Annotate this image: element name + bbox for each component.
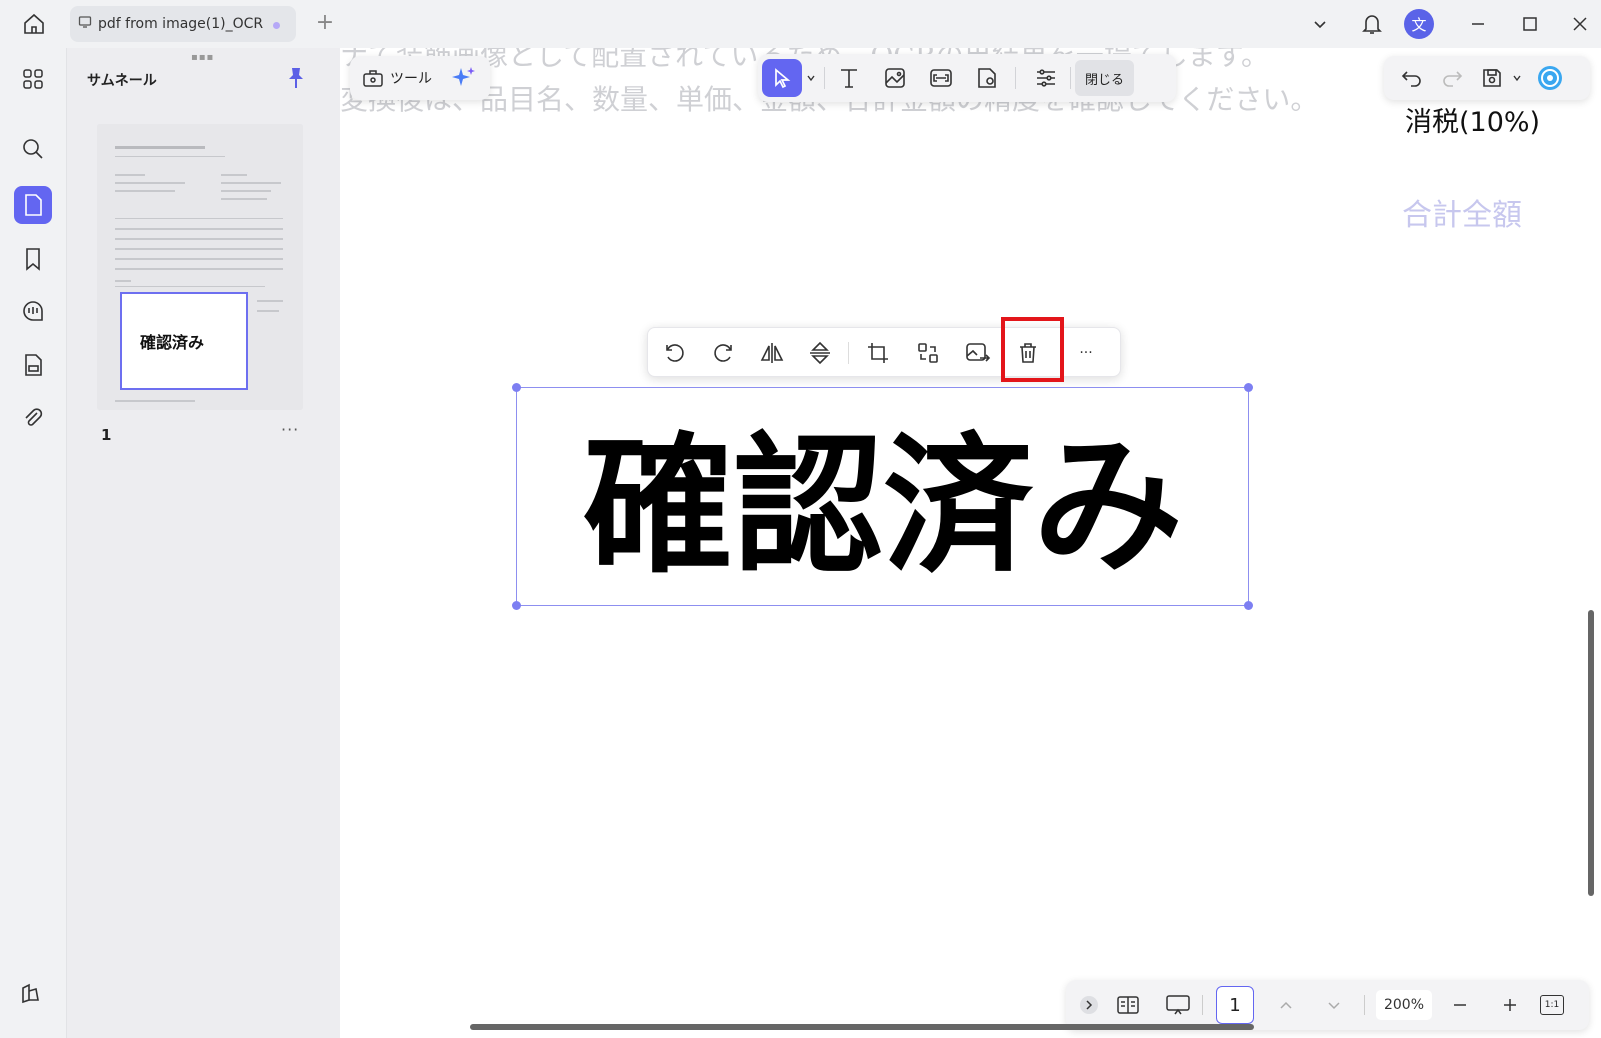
pin-icon[interactable]: [285, 66, 307, 90]
rotate-right-icon[interactable]: [706, 336, 742, 370]
zoom-out-icon[interactable]: [1446, 989, 1474, 1021]
page-number-input[interactable]: 1: [1216, 986, 1254, 1024]
image-tool-icon[interactable]: [875, 60, 915, 96]
rotate-left-icon[interactable]: [656, 336, 692, 370]
save-icon[interactable]: [1472, 60, 1512, 96]
flip-vertical-icon[interactable]: [802, 336, 838, 370]
new-tab-button[interactable]: +: [312, 10, 338, 38]
unsaved-dot: [273, 22, 280, 29]
avatar[interactable]: 文: [1404, 9, 1434, 39]
svg-text:確認済み: 確認済み: [140, 333, 204, 352]
horizontal-scrollbar[interactable]: [470, 1024, 1254, 1030]
thumbnail-page-number: 1: [101, 426, 112, 444]
total-label: 合計全額: [1402, 198, 1522, 233]
chevron-down-icon[interactable]: [1512, 60, 1526, 96]
collapse-bar-icon[interactable]: [1078, 989, 1100, 1021]
resize-handle[interactable]: [1244, 383, 1253, 392]
bell-icon[interactable]: [1356, 8, 1388, 40]
chevron-up-icon[interactable]: [1272, 989, 1300, 1021]
thumbnail-stamp-image: 確認済み: [140, 333, 204, 352]
crop-icon[interactable]: [860, 336, 896, 370]
redo-icon[interactable]: [1432, 60, 1472, 96]
divider: [848, 342, 849, 364]
undo-icon[interactable]: [1392, 60, 1432, 96]
stamp-image: 確認済み: [583, 420, 1183, 594]
close-window-icon[interactable]: [1564, 8, 1596, 40]
chevron-down-icon[interactable]: [1320, 989, 1348, 1021]
actual-size-label: 1:1: [1540, 995, 1564, 1015]
extract-image-icon[interactable]: [960, 336, 996, 370]
title-bar: pdf from image(1)_OCR + 文: [0, 0, 1601, 48]
thumbnail-panel: ▪▪▪ サムネール 確認済み 1 ···: [66, 48, 340, 1038]
document-tab[interactable]: pdf from image(1)_OCR: [70, 6, 296, 42]
more-options-button[interactable]: ···: [1068, 336, 1104, 370]
tab-doc-icon: [78, 15, 92, 33]
ai-assistant-icon[interactable]: [1530, 60, 1570, 96]
divider: [1202, 995, 1203, 1015]
replace-image-icon[interactable]: [910, 336, 946, 370]
comment-icon[interactable]: [14, 292, 52, 330]
thumbnail-panel-title: サムネール: [87, 73, 157, 89]
tools-toolbar: ツール: [350, 56, 490, 100]
apps-grid-icon[interactable]: [14, 60, 52, 98]
edit-toolbar: 閉じる: [758, 54, 1176, 102]
attachment-icon[interactable]: [14, 400, 52, 438]
thumbnail-more-button[interactable]: ···: [281, 420, 299, 439]
zoom-in-icon[interactable]: [1496, 989, 1524, 1021]
divider: [1015, 67, 1016, 89]
page-layout-icon[interactable]: [1112, 989, 1144, 1021]
divider: [1070, 67, 1071, 89]
text-tool-icon[interactable]: [829, 60, 869, 96]
stamp-text: 確認済み: [583, 420, 1183, 594]
bookmark-icon[interactable]: [14, 240, 52, 278]
form-icon[interactable]: [14, 346, 52, 384]
zoom-level[interactable]: 200%: [1376, 990, 1432, 1020]
watermark-tool-icon[interactable]: [967, 60, 1007, 96]
resize-handle[interactable]: [1244, 601, 1253, 610]
history-toolbar: [1384, 56, 1590, 100]
bottom-navigation-bar: 1 200% 1:1: [1066, 980, 1589, 1030]
chevron-down-icon[interactable]: [1304, 8, 1336, 40]
flip-horizontal-icon[interactable]: [754, 336, 790, 370]
vertical-scrollbar[interactable]: [1588, 610, 1594, 896]
thumbnail-stamp-selection: 確認済み: [120, 292, 248, 390]
link-tool-icon[interactable]: [921, 60, 961, 96]
settings-sliders-icon[interactable]: [1026, 60, 1066, 96]
resize-handle[interactable]: [512, 601, 521, 610]
home-icon[interactable]: [18, 10, 50, 38]
panel-grip[interactable]: ▪▪▪: [191, 52, 214, 63]
ai-sparkle-icon[interactable]: [444, 60, 484, 96]
theme-icon[interactable]: [18, 982, 50, 1014]
search-icon[interactable]: [14, 130, 52, 168]
close-edit-button[interactable]: 閉じる: [1075, 60, 1135, 96]
divider: [824, 67, 825, 89]
maximize-icon[interactable]: [1514, 8, 1546, 40]
selected-image[interactable]: 確認済み: [512, 383, 1253, 610]
toolbox-icon: [363, 70, 383, 87]
app-window: pdf from image(1)_OCR + 文 ▪▪▪ サムネール 確認済み…: [0, 0, 1601, 1038]
delete-highlight-box: [1001, 317, 1064, 382]
actual-size-button[interactable]: 1:1: [1536, 989, 1568, 1021]
pages-icon[interactable]: [14, 186, 52, 224]
presentation-icon[interactable]: [1162, 989, 1194, 1021]
resize-handle[interactable]: [512, 383, 521, 392]
left-rail: [0, 48, 66, 1038]
minimize-icon[interactable]: [1462, 8, 1494, 40]
tools-label: ツール: [390, 71, 432, 87]
select-tool-button[interactable]: [762, 59, 802, 97]
chevron-down-icon[interactable]: [802, 60, 820, 96]
tax-label: 消税(10%): [1405, 107, 1541, 138]
tab-title: pdf from image(1)_OCR: [98, 16, 264, 32]
tools-button[interactable]: ツール: [350, 60, 444, 96]
page-thumbnail[interactable]: 確認済み: [97, 124, 303, 410]
divider: [1364, 995, 1365, 1015]
